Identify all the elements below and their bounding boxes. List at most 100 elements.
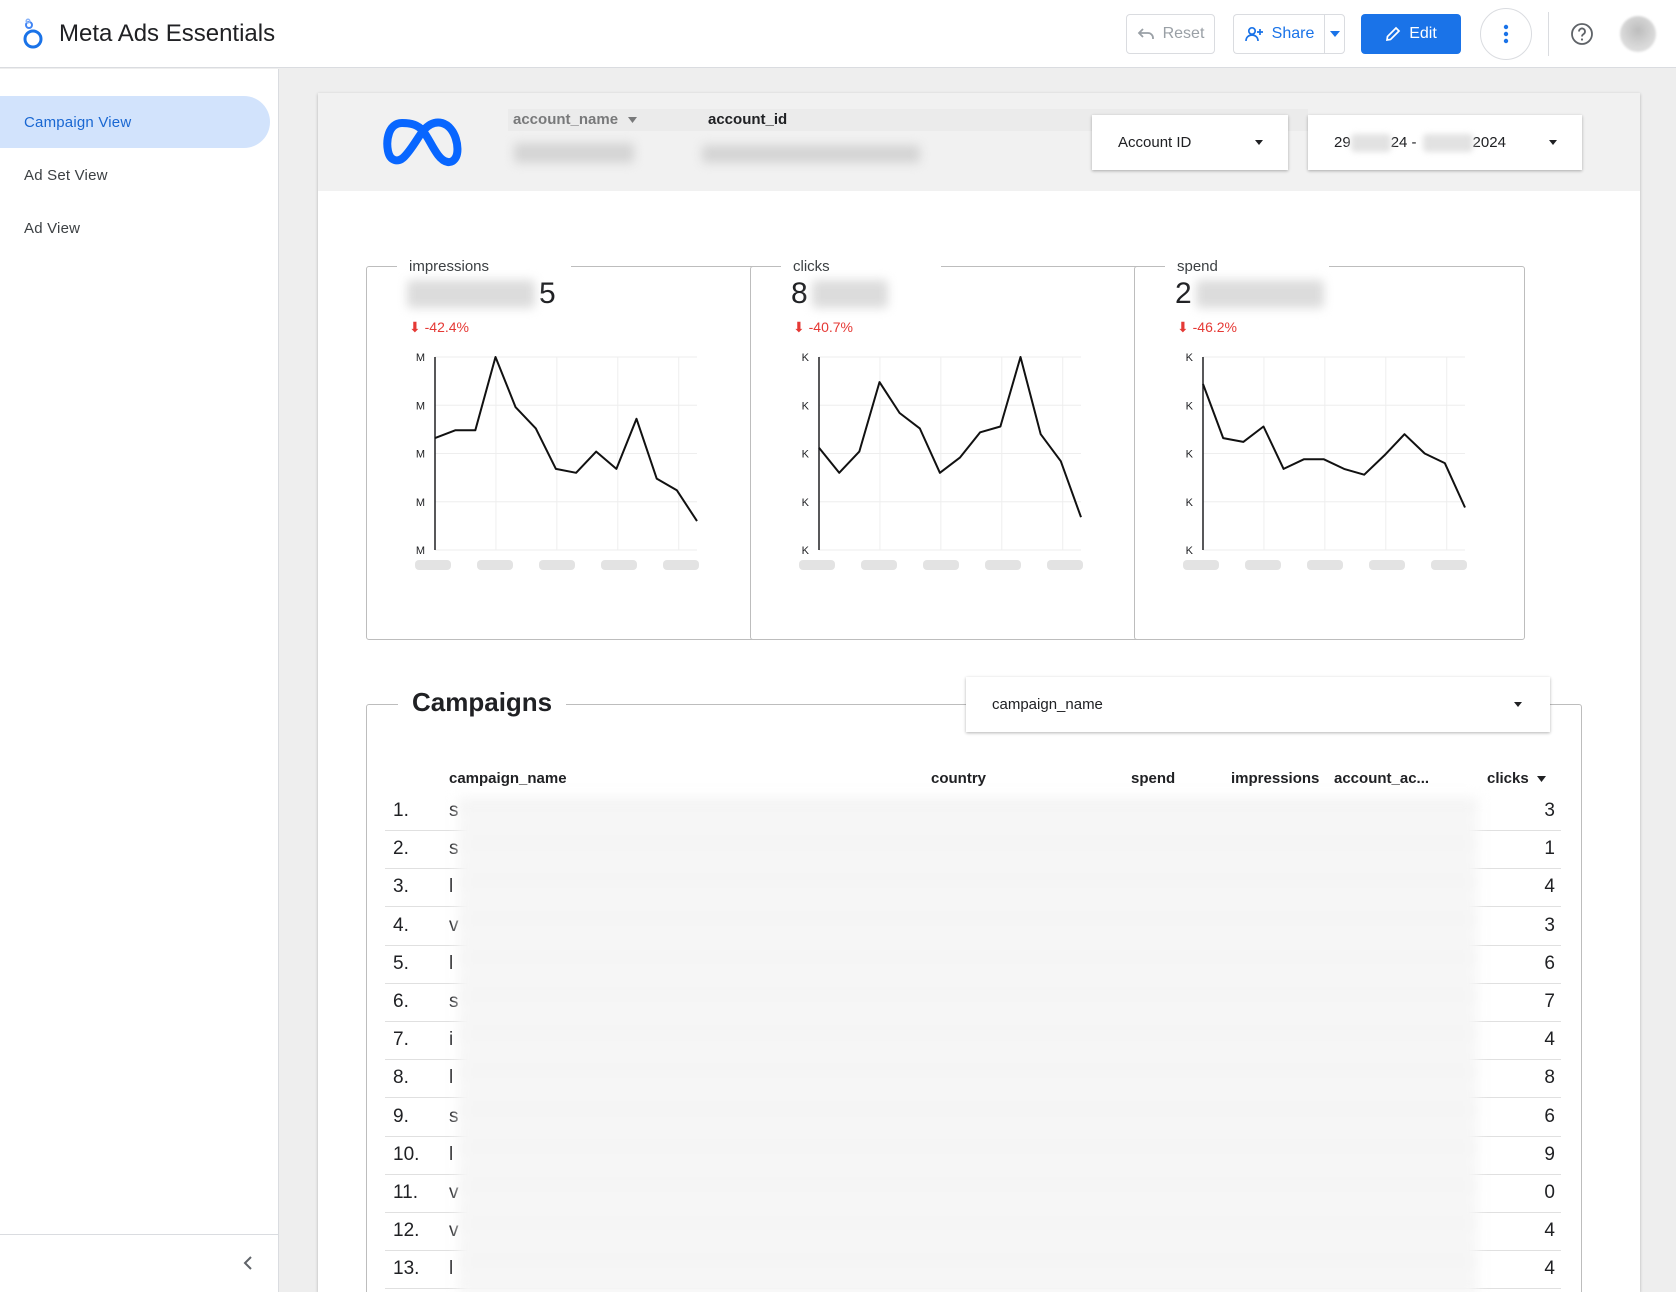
spend-line-chart: K K K K K	[1183, 352, 1467, 570]
app-title: Meta Ads Essentials	[59, 20, 276, 47]
spend-card[interactable]: spend 2 ⬇ -46.2% KKKKK	[1134, 258, 1525, 640]
add-person-icon	[1244, 26, 1263, 42]
row-clicks: 6	[1544, 1105, 1555, 1127]
chevron-left-icon[interactable]	[240, 1255, 256, 1271]
campaign-name-filter[interactable]: campaign_name	[966, 677, 1550, 732]
x-tick-label-redacted	[985, 560, 1021, 570]
x-tick-label-redacted	[1047, 560, 1083, 570]
looker-studio-logo-icon	[23, 18, 43, 49]
sidebar: Campaign View Ad Set View Ad View	[0, 69, 279, 1292]
row-campaign-name: i	[449, 1029, 454, 1051]
account-name-value-redacted	[514, 143, 634, 163]
row-index: 1.	[393, 800, 409, 821]
x-tick-label-redacted	[1307, 560, 1343, 570]
meta-logo-icon	[383, 118, 462, 166]
y-tick-label: K	[802, 400, 810, 412]
y-tick-label: K	[1186, 352, 1194, 364]
clicks-line-chart: K K K K K	[799, 352, 1083, 570]
y-tick-label: M	[416, 449, 425, 461]
sidebar-item-campaign-view[interactable]: Campaign View	[0, 96, 270, 148]
share-dropdown-button[interactable]	[1324, 14, 1345, 54]
edit-button[interactable]: Edit	[1361, 14, 1461, 54]
x-tick-label-redacted	[601, 560, 637, 570]
x-tick-label-redacted	[1183, 560, 1219, 570]
impressions-line-chart: M M M M M	[415, 352, 699, 570]
row-clicks: 8	[1544, 1067, 1555, 1089]
column-header-spend[interactable]: spend	[1131, 770, 1175, 787]
row-clicks: 9	[1544, 1143, 1555, 1165]
more-vert-icon	[1503, 24, 1509, 44]
row-clicks: 4	[1544, 1258, 1555, 1280]
caret-down-icon	[1514, 702, 1522, 707]
y-tick-label: K	[1186, 497, 1194, 509]
row-campaign-name: l	[449, 1067, 454, 1089]
x-tick-label-redacted	[923, 560, 959, 570]
x-tick-label-redacted	[799, 560, 835, 570]
x-tick-label-redacted	[477, 560, 513, 570]
reset-button[interactable]: Reset	[1126, 14, 1215, 54]
date-redacted	[1350, 133, 1391, 152]
more-options-button[interactable]	[1480, 8, 1532, 60]
help-icon[interactable]	[1570, 22, 1594, 46]
caret-down-icon	[1255, 140, 1263, 145]
campaigns-title: Campaigns	[398, 687, 567, 718]
clicks-card[interactable]: clicks 8 ⬇ -40.7% KKKKK	[750, 258, 1141, 640]
impressions-card[interactable]: impressions 5 ⬇ -42.4% MMMMM	[366, 258, 757, 640]
row-clicks: 0	[1544, 1182, 1555, 1203]
row-index: 10.	[393, 1143, 420, 1165]
x-tick-label-redacted	[861, 560, 897, 570]
pencil-icon	[1386, 26, 1401, 42]
x-tick-label-redacted	[663, 560, 699, 570]
row-index: 11.	[393, 1182, 419, 1203]
y-tick-label: K	[802, 497, 810, 509]
column-header-impressions[interactable]: impressions	[1231, 770, 1319, 787]
row-clicks: 3	[1544, 914, 1555, 936]
top-bar: Meta Ads Essentials Reset Share Edit	[0, 0, 1676, 68]
row-index: 4.	[393, 914, 409, 936]
y-tick-label: K	[1186, 545, 1194, 557]
y-tick-label: M	[416, 497, 425, 509]
row-clicks: 6	[1544, 952, 1555, 974]
share-label: Share	[1271, 25, 1315, 42]
date-redacted	[1422, 133, 1473, 152]
column-header-account-ac[interactable]: account_ac...	[1334, 770, 1429, 787]
row-index: 7.	[393, 1029, 409, 1051]
account-id-control[interactable]: Account ID	[1092, 115, 1288, 170]
row-campaign-name: l	[449, 1258, 454, 1280]
y-tick-label: K	[802, 352, 810, 364]
row-clicks: 4	[1544, 1029, 1555, 1051]
y-tick-label: K	[1186, 400, 1194, 412]
sort-desc-icon	[1536, 776, 1546, 783]
y-tick-label: K	[1186, 449, 1194, 461]
x-tick-label-redacted	[1369, 560, 1405, 570]
series-line	[1202, 383, 1466, 508]
row-campaign-name: l	[449, 952, 454, 974]
undo-icon	[1137, 28, 1154, 39]
column-header-clicks[interactable]: clicks	[1487, 770, 1546, 787]
x-tick-label-redacted	[1431, 560, 1467, 570]
row-index: 2.	[393, 838, 409, 860]
column-header-campaign-name[interactable]: campaign_name	[449, 770, 567, 787]
sidebar-item-ad-view[interactable]: Ad View	[0, 202, 270, 254]
row-clicks: 7	[1544, 991, 1555, 1012]
account-id-label: account_id	[708, 111, 788, 128]
avatar[interactable]	[1620, 16, 1656, 52]
row-index: 13.	[393, 1258, 420, 1280]
column-header-country[interactable]: country	[931, 770, 986, 787]
caret-down-icon	[1329, 31, 1340, 37]
row-index: 9.	[393, 1105, 409, 1127]
row-index: 6.	[393, 991, 409, 1012]
row-campaign-name: l	[449, 876, 454, 898]
row-clicks: 4	[1544, 1220, 1555, 1242]
date-range-control[interactable]: 29 24 - 2024	[1308, 115, 1582, 170]
series-line	[818, 356, 1082, 518]
share-button[interactable]: Share	[1233, 14, 1324, 54]
y-tick-label: M	[416, 352, 425, 364]
x-tick-label-redacted	[415, 560, 451, 570]
edit-label: Edit	[1409, 25, 1437, 42]
y-tick-label: M	[416, 400, 425, 412]
row-index: 3.	[393, 876, 409, 898]
report-canvas: account_name account_id Account ID 29 24…	[318, 93, 1640, 1292]
row-clicks: 3	[1544, 800, 1555, 821]
sidebar-item-ad-set-view[interactable]: Ad Set View	[0, 149, 270, 201]
